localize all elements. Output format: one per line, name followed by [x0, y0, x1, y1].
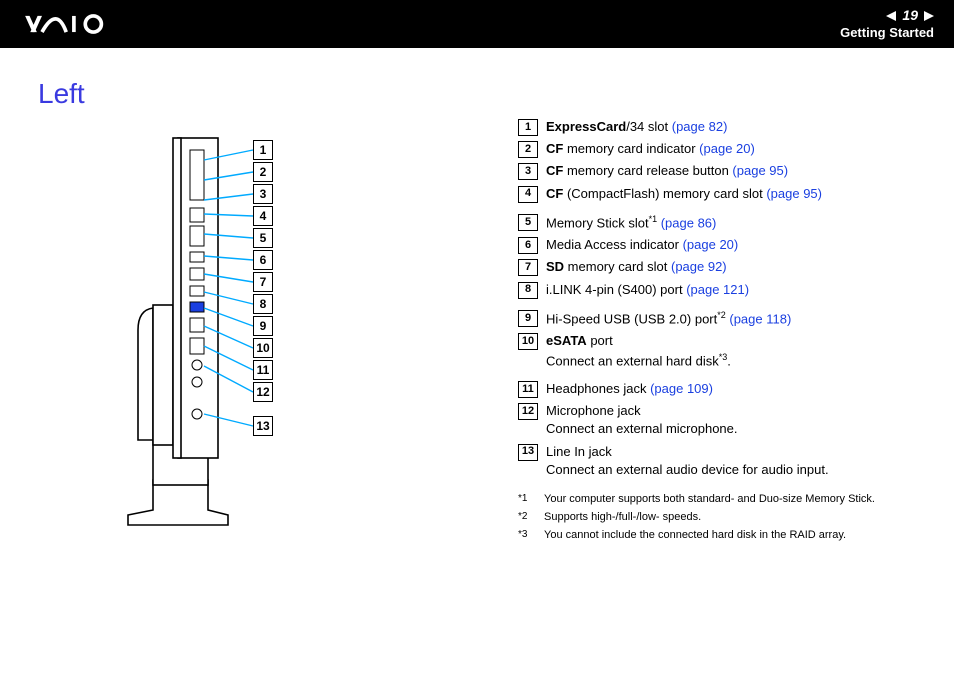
desc-item-text: Line In jackConnect an external audio de…: [546, 443, 924, 479]
callout-marker-5: 5: [253, 228, 273, 248]
desc-item-number: 6: [518, 237, 538, 254]
link-page-20[interactable]: (page 20): [699, 141, 755, 156]
callout-marker-7: 7: [253, 272, 273, 292]
desc-item-subtext: Connect an external hard disk*3.: [546, 351, 924, 371]
desc-item-text: CF memory card indicator (page 20): [546, 140, 924, 158]
footnote-mark: *2: [518, 511, 544, 523]
callout-marker-9: 9: [253, 316, 273, 336]
callout-marker-6: 6: [253, 250, 273, 270]
desc-item-text: i.LINK 4-pin (S400) port (page 121): [546, 281, 924, 299]
desc-item-12: 12 Microphone jackConnect an external mic…: [518, 402, 924, 438]
desc-item-1: 1 ExpressCard/34 slot (page 82): [518, 118, 924, 136]
desc-item-number: 13: [518, 444, 538, 461]
desc-item-3: 3 CF memory card release button (page 95): [518, 162, 924, 180]
link-page-86[interactable]: (page 86): [661, 215, 717, 230]
link-page-95[interactable]: (page 95): [732, 163, 788, 178]
link-page-121[interactable]: (page 121): [686, 282, 749, 297]
desc-item-2: 2 CF memory card indicator (page 20): [518, 140, 924, 158]
footnotes: *1Your computer supports both standard- …: [518, 493, 924, 541]
header-bar: 19 Getting Started: [0, 0, 954, 48]
footnote-text: You cannot include the connected hard di…: [544, 529, 846, 541]
desc-item-text: Memory Stick slot*1 (page 86): [546, 213, 924, 233]
desc-item-subtext: Connect an external audio device for aud…: [546, 461, 924, 479]
callout-marker-1: 1: [253, 140, 273, 160]
link-page-118[interactable]: (page 118): [729, 311, 791, 326]
next-page-arrow[interactable]: [924, 11, 934, 21]
callout-marker-4: 4: [253, 206, 273, 226]
link-page-20[interactable]: (page 20): [683, 237, 739, 252]
desc-item-text: Headphones jack (page 109): [546, 380, 924, 398]
callout-description-list: 1 ExpressCard/34 slot (page 82) 2 CF memory…: [518, 118, 924, 479]
prev-page-arrow[interactable]: [886, 11, 896, 21]
desc-item-7: 7 SD memory card slot (page 92): [518, 258, 924, 276]
desc-item-number: 12: [518, 403, 538, 420]
callout-marker-11: 11: [253, 360, 273, 380]
desc-item-6: 6 Media Access indicator (page 20): [518, 236, 924, 254]
desc-item-text: SD memory card slot (page 92): [546, 258, 924, 276]
footnote: *2Supports high-/full-/low- speeds.: [518, 511, 924, 523]
desc-item-text: Microphone jackConnect an external micro…: [546, 402, 924, 438]
footnote-mark: *1: [518, 493, 544, 505]
callout-marker-8: 8: [253, 294, 273, 314]
desc-item-5: 5 Memory Stick slot*1 (page 86): [518, 213, 924, 233]
callout-marker-2: 2: [253, 162, 273, 182]
device-left-side-figure: 12345678910111213: [98, 130, 338, 540]
link-page-95[interactable]: (page 95): [766, 186, 822, 201]
link-page-82[interactable]: (page 82): [672, 119, 728, 134]
footnote-mark: *3: [518, 529, 544, 541]
desc-item-number: 1: [518, 119, 538, 136]
desc-item-text: eSATA portConnect an external hard disk*…: [546, 332, 924, 370]
desc-item-number: 4: [518, 186, 538, 203]
desc-item-number: 7: [518, 259, 538, 276]
footnote-text: Your computer supports both standard- an…: [544, 493, 875, 505]
vaio-logo: [20, 13, 130, 35]
callout-marker-3: 3: [253, 184, 273, 204]
desc-item-10: 10 eSATA portConnect an external hard dis…: [518, 332, 924, 370]
footnote: *3You cannot include the connected hard …: [518, 529, 924, 541]
desc-item-text: Media Access indicator (page 20): [546, 236, 924, 254]
link-page-92[interactable]: (page 92): [671, 259, 727, 274]
desc-item-number: 10: [518, 333, 538, 350]
callout-marker-13: 13: [253, 416, 273, 436]
desc-item-text: CF memory card release button (page 95): [546, 162, 924, 180]
desc-item-number: 3: [518, 163, 538, 180]
callout-marker-12: 12: [253, 382, 273, 402]
desc-item-subtext: Connect an external microphone.: [546, 420, 924, 438]
desc-item-11: 11 Headphones jack (page 109): [518, 380, 924, 398]
desc-item-8: 8 i.LINK 4-pin (S400) port (page 121): [518, 281, 924, 299]
desc-item-9: 9 Hi-Speed USB (USB 2.0) port*2 (page 118…: [518, 309, 924, 329]
footnote: *1Your computer supports both standard- …: [518, 493, 924, 505]
page-title: Left: [38, 78, 518, 110]
link-page-109[interactable]: (page 109): [650, 381, 713, 396]
desc-item-text: ExpressCard/34 slot (page 82): [546, 118, 924, 136]
section-title: Getting Started: [840, 25, 934, 42]
desc-item-4: 4 CF (CompactFlash) memory card slot (pag…: [518, 185, 924, 203]
footnote-text: Supports high-/full-/low- speeds.: [544, 511, 701, 523]
callout-marker-10: 10: [253, 338, 273, 358]
desc-item-text: Hi-Speed USB (USB 2.0) port*2 (page 118): [546, 309, 924, 329]
desc-item-number: 2: [518, 141, 538, 158]
page-number: 19: [902, 6, 918, 24]
desc-item-text: CF (CompactFlash) memory card slot (page…: [546, 185, 924, 203]
desc-item-number: 9: [518, 310, 538, 327]
desc-item-number: 11: [518, 381, 538, 398]
desc-item-13: 13 Line In jackConnect an external audio …: [518, 443, 924, 479]
desc-item-number: 5: [518, 214, 538, 231]
desc-item-number: 8: [518, 282, 538, 299]
